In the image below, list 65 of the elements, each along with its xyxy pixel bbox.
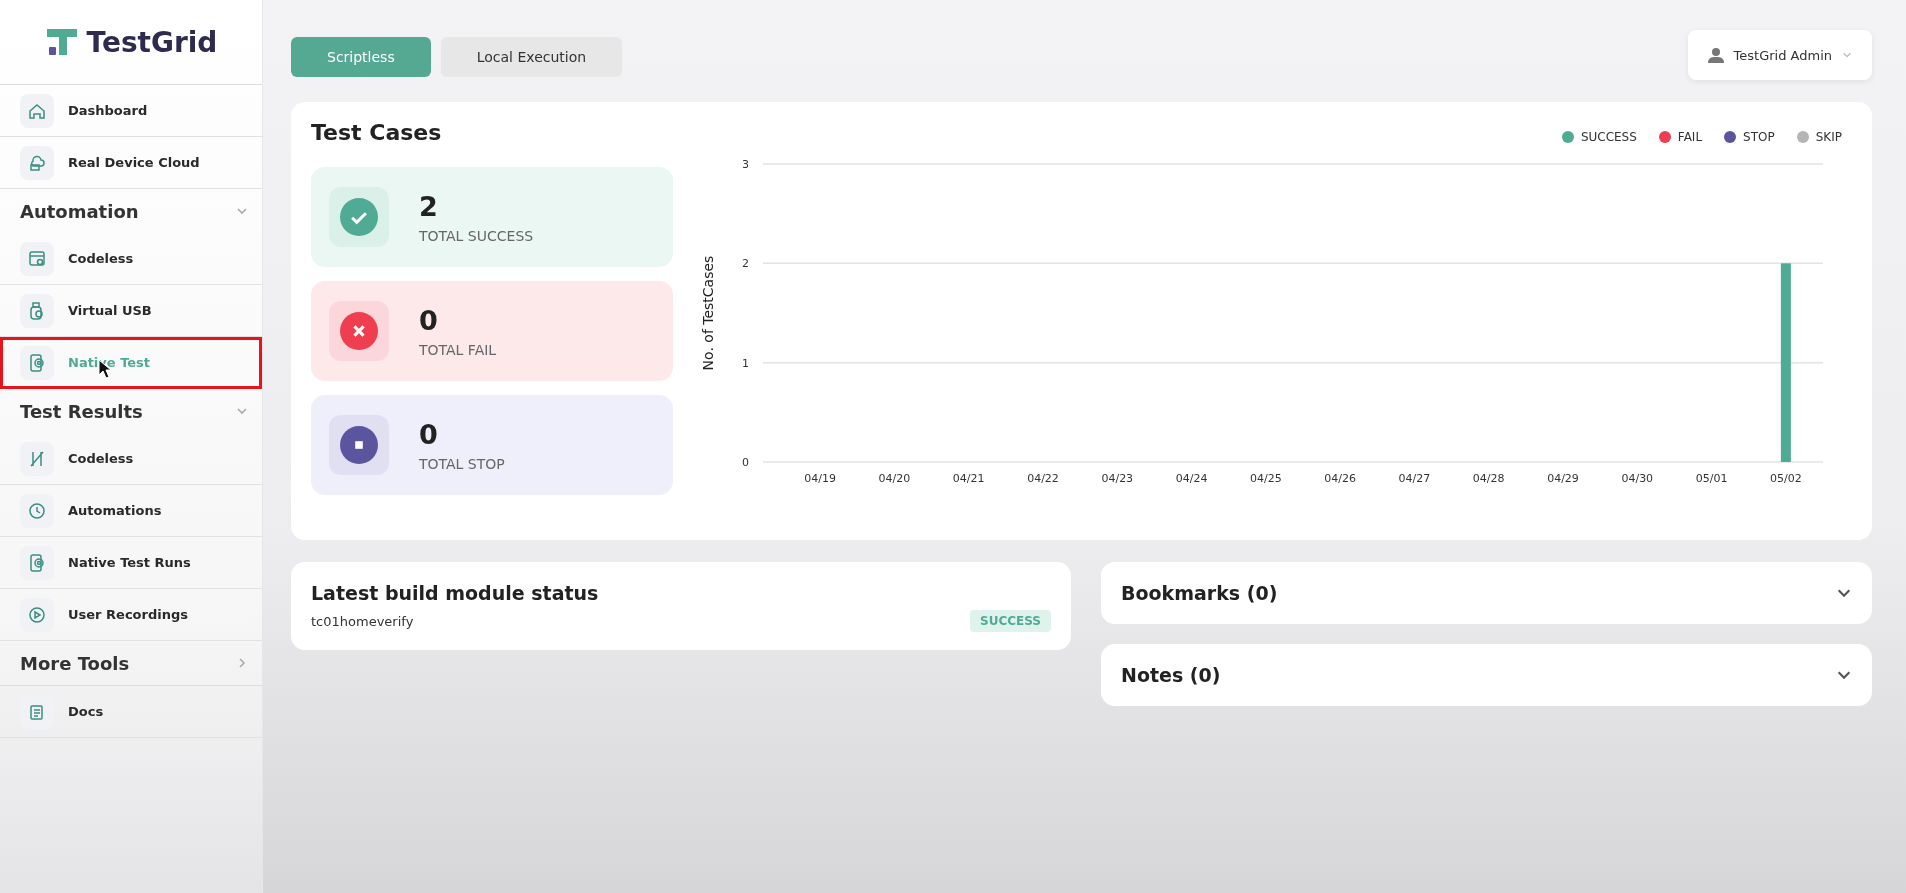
stat-value: 0: [419, 418, 439, 450]
axis-title: No. of TestCases: [700, 255, 716, 371]
axis-tick-label: 04/30: [1621, 472, 1654, 485]
axis-tick-label: 04/26: [1324, 472, 1356, 485]
stat-label: TOTAL STOP: [419, 455, 505, 472]
stat-value: 2: [419, 190, 439, 222]
axis-tick-label: 04/23: [1101, 472, 1134, 485]
axis-tick-label: 0: [742, 456, 749, 469]
axis-tick-label: 3: [742, 158, 749, 171]
user-menu-button[interactable]: TestGrid Admin: [1687, 30, 1872, 80]
stat-label: TOTAL FAIL: [419, 341, 497, 358]
sidebar-item[interactable]: Codeless: [0, 433, 262, 485]
axis-tick-label: 05/02: [1770, 472, 1802, 485]
legend-item: SUCCESS: [1561, 130, 1637, 144]
sidebar-item[interactable]: Automations: [0, 485, 262, 537]
clock-icon: [20, 493, 54, 528]
legend-item: SKIP: [1796, 130, 1842, 144]
axis-tick-label: 04/24: [1175, 472, 1208, 485]
crossed-brackets-icon: [20, 441, 54, 476]
stat-label: TOTAL SUCCESS: [419, 227, 534, 244]
axis-tick-label: 04/19: [804, 472, 836, 485]
card-title: Test Cases: [311, 120, 443, 145]
axis-tick-label: 04/20: [878, 472, 911, 485]
phone-target-icon: [20, 545, 54, 580]
axis-tick-label: 04/28: [1472, 472, 1505, 485]
legend-item: STOP: [1724, 130, 1775, 144]
axis-tick-label: 04/27: [1398, 472, 1431, 485]
logo-icon: [44, 27, 79, 57]
brand-name: TestGrid: [86, 25, 218, 59]
stat-value: 0: [419, 304, 439, 336]
sidebar-item[interactable]: Real Device Cloud: [0, 137, 262, 189]
chevron-icon: [1842, 50, 1852, 60]
documents-icon: [20, 694, 54, 729]
chevron-icon: [236, 205, 248, 217]
module-name: tc01homeverify: [311, 613, 414, 629]
collapsible-panel[interactable]: Notes (0): [1101, 644, 1872, 706]
axis-tick-label: 05/01: [1695, 472, 1728, 485]
section-header[interactable]: Test Results: [0, 389, 262, 433]
axis-tick-label: 04/25: [1250, 472, 1282, 485]
tab[interactable]: Local Execution: [440, 37, 623, 77]
sidebar-item[interactable]: Codeless: [0, 233, 262, 285]
sidebar-item[interactable]: Dashboard: [0, 85, 262, 137]
axis-tick-label: 04/21: [952, 472, 985, 485]
chevron-icon: [236, 657, 248, 669]
axis-tick-label: 04/29: [1547, 472, 1579, 485]
cloud-device-icon: [20, 145, 54, 180]
sidebar-item[interactable]: Docs: [0, 686, 262, 738]
chevron-icon: [236, 405, 248, 417]
sidebar-item[interactable]: Virtual USB: [0, 285, 262, 337]
section-header[interactable]: Automation: [0, 189, 262, 233]
collapsible-panel[interactable]: Bookmarks (0): [1101, 562, 1872, 624]
axis-tick-label: 04/22: [1027, 472, 1059, 485]
usb-stick-icon: [20, 293, 54, 328]
card-title: Latest build module status: [311, 582, 600, 604]
home-icon: [20, 93, 54, 128]
browser-gear-icon: [20, 241, 54, 276]
axis-tick-label: 2: [742, 257, 749, 271]
user-icon: [1707, 47, 1724, 63]
section-header[interactable]: More Tools: [0, 641, 262, 686]
legend-item: FAIL: [1658, 130, 1703, 144]
sidebar-item[interactable]: Native Test Runs: [0, 537, 262, 589]
status-badge: SUCCESS: [970, 610, 1051, 632]
sidebar-item[interactable]: User Recordings: [0, 589, 262, 641]
phone-target-icon: [20, 345, 54, 380]
axis-tick-label: 1: [742, 356, 749, 370]
